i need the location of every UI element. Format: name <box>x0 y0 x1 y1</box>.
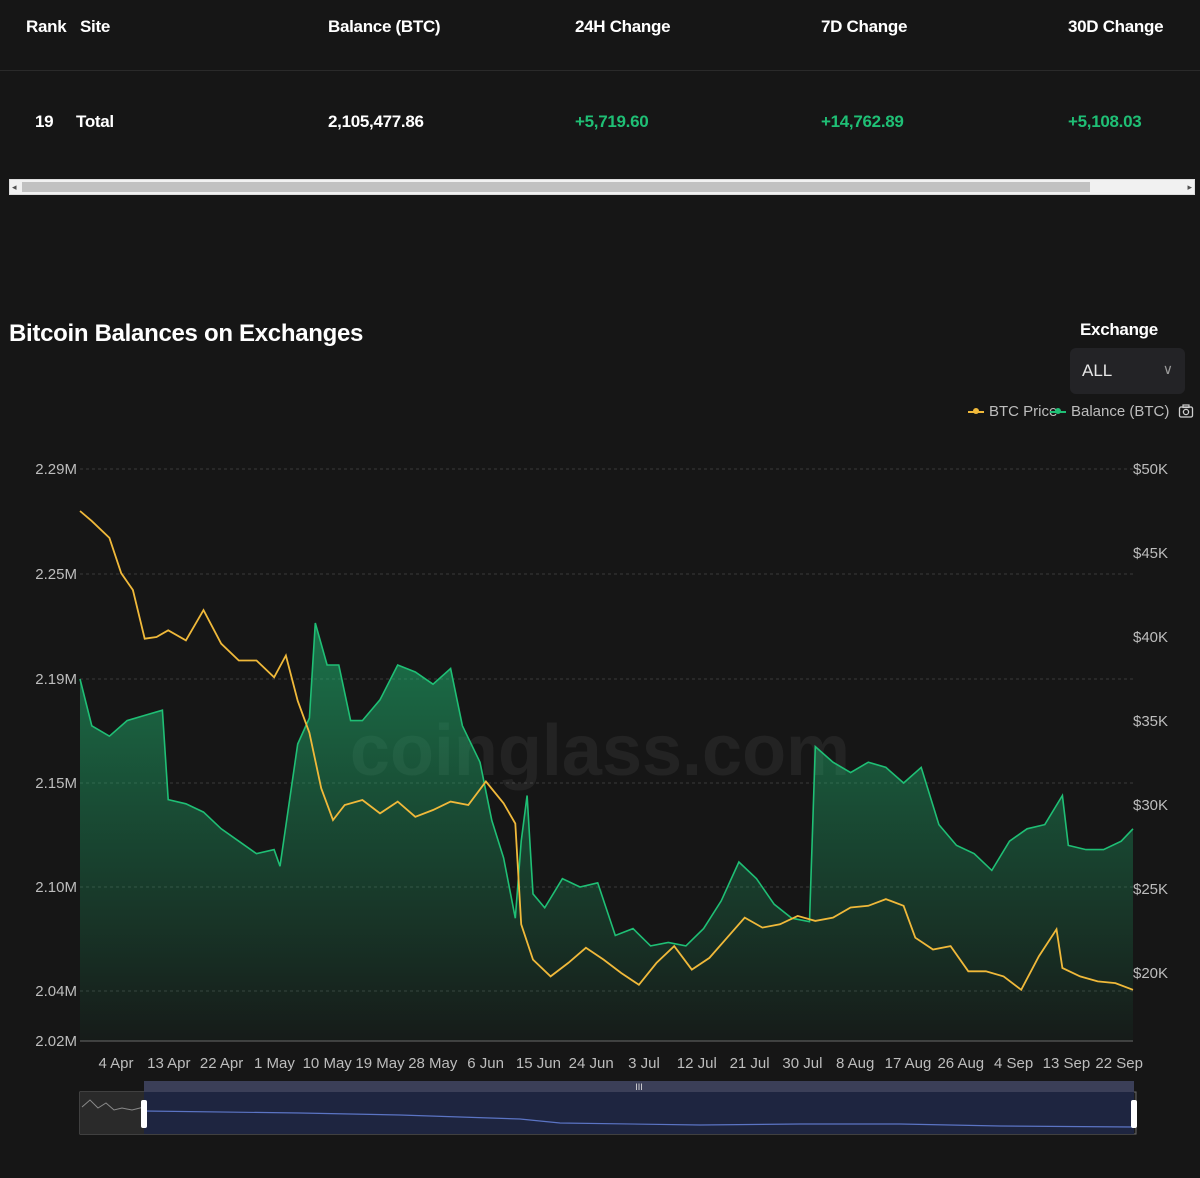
scroll-left-icon[interactable]: ◂ <box>12 180 17 194</box>
x-tick-label: 21 Jul <box>730 1055 770 1072</box>
x-tick-label: 24 Jun <box>569 1055 614 1072</box>
row-balance: 2,105,477.86 <box>328 112 424 131</box>
y-left-tick-label: 2.15M <box>35 775 77 792</box>
x-axis: 4 Apr 13 Apr 22 Apr 1 May 10 May 19 May 28 May… <box>98 1055 1142 1072</box>
y-left-tick-label: 2.02M <box>35 1033 77 1050</box>
row-7d-change: +14,762.89 <box>821 112 904 131</box>
y-right-tick-label: $20K <box>1133 965 1168 982</box>
range-slider[interactable]: III <box>79 1081 1137 1135</box>
y-left-tick-label: 2.19M <box>35 671 77 688</box>
header-7d-change[interactable]: 7D Change <box>821 17 907 37</box>
y-right-tick-label: $35K <box>1133 713 1168 730</box>
legend-label-balance: Balance (BTC) <box>1071 403 1170 420</box>
btc-price-swatch-icon <box>968 407 984 414</box>
y-right-axis: $50K $45K $40K $35K $30K $25K $20K <box>1133 461 1168 982</box>
y-left-tick-label: 2.29M <box>35 461 77 478</box>
row-site: Total <box>76 112 114 131</box>
chevron-down-icon: ∨ <box>1162 361 1173 377</box>
legend-item-balance[interactable]: Balance (BTC) <box>1050 403 1169 420</box>
x-tick-label: 22 Sep <box>1095 1055 1143 1072</box>
row-30d-change: +5,108.03 <box>1068 112 1142 131</box>
header-30d-change[interactable]: 30D Change <box>1068 17 1164 37</box>
y-right-tick-label: $50K <box>1133 461 1168 478</box>
x-tick-label: 3 Jul <box>628 1055 660 1072</box>
x-tick-label: 4 Apr <box>98 1055 133 1072</box>
y-left-tick-label: 2.10M <box>35 879 77 896</box>
header-site[interactable]: Site <box>80 17 110 37</box>
row-24h-change: +5,719.60 <box>575 112 649 131</box>
scroll-right-icon[interactable]: ▸ <box>1187 180 1192 194</box>
x-tick-label: 13 Apr <box>147 1055 190 1072</box>
balance-swatch-icon <box>1050 407 1066 414</box>
y-right-tick-label: $30K <box>1133 797 1168 814</box>
x-tick-label: 26 Aug <box>937 1055 984 1072</box>
row-rank: 19 <box>35 112 54 131</box>
chart-title: Bitcoin Balances on Exchanges <box>9 320 364 347</box>
slider-left-handle[interactable] <box>141 1100 147 1128</box>
table-horizontal-scrollbar[interactable]: ◂ ▸ <box>9 179 1195 195</box>
x-tick-label: 4 Sep <box>994 1055 1033 1072</box>
y-left-tick-label: 2.04M <box>35 983 77 1000</box>
y-right-tick-label: $40K <box>1133 629 1168 646</box>
exchange-select[interactable]: ALL ∨ <box>1070 348 1185 394</box>
slider-right-handle[interactable] <box>1131 1100 1137 1128</box>
x-tick-label: 15 Jun <box>516 1055 561 1072</box>
scroll-thumb[interactable] <box>22 182 1090 192</box>
table-header: Rank Site Balance (BTC) 24H Change 7D Ch… <box>0 0 1200 71</box>
balance-price-chart: coinglass.com 2.29M2.25M2.19M2.15M2.10M2… <box>35 461 1168 1135</box>
x-tick-label: 8 Aug <box>836 1055 874 1072</box>
x-tick-label: 30 Jul <box>782 1055 822 1072</box>
header-rank[interactable]: Rank <box>26 17 67 37</box>
y-left-tick-label: 2.25M <box>35 566 77 583</box>
x-tick-label: 28 May <box>408 1055 458 1072</box>
header-24h-change[interactable]: 24H Change <box>575 17 671 37</box>
exchange-selected-value: ALL <box>1082 361 1113 380</box>
y-left-axis: 2.29M 2.25M 2.19M 2.15M 2.10M 2.04M 2.02M <box>35 461 77 1050</box>
x-tick-label: 19 May <box>355 1055 405 1072</box>
balance-area <box>80 623 1133 1041</box>
exchange-label: Exchange <box>1080 320 1158 339</box>
x-tick-label: 22 Apr <box>200 1055 243 1072</box>
x-tick-label: 10 May <box>303 1055 353 1072</box>
camera-icon[interactable] <box>1178 403 1194 419</box>
x-tick-label: 12 Jul <box>677 1055 717 1072</box>
y-right-tick-label: $25K <box>1133 881 1168 898</box>
x-tick-label: 13 Sep <box>1043 1055 1091 1072</box>
legend-label-btc-price: BTC Price <box>989 403 1058 420</box>
x-tick-label: 1 May <box>254 1055 295 1072</box>
slider-grip-icon: III <box>635 1082 643 1092</box>
header-balance[interactable]: Balance (BTC) <box>328 17 441 37</box>
y-right-tick-label: $45K <box>1133 545 1168 562</box>
x-tick-label: 6 Jun <box>467 1055 504 1072</box>
x-tick-label: 17 Aug <box>885 1055 932 1072</box>
legend-item-btc-price[interactable]: BTC Price <box>968 403 1057 420</box>
